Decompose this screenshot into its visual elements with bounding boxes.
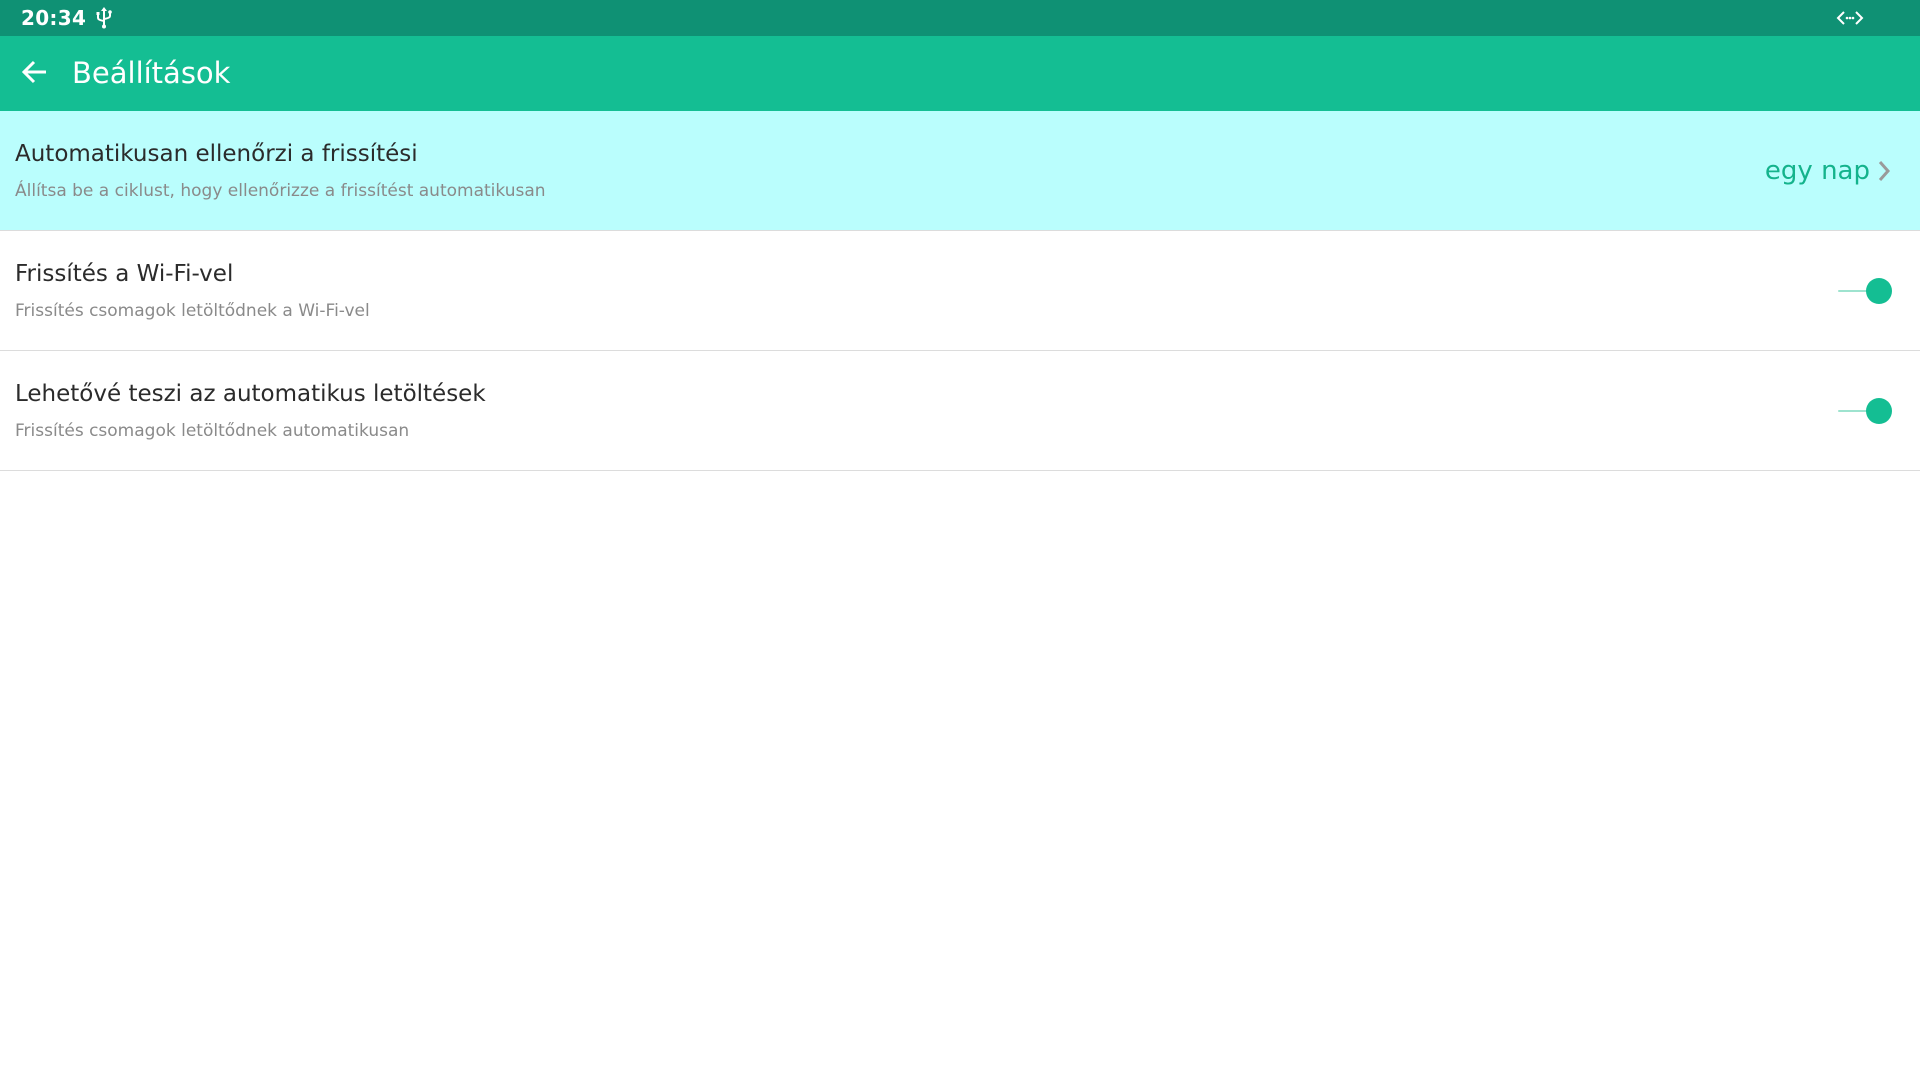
setting-title: Automatikusan ellenőrzi a frissítési: [15, 141, 418, 167]
toggle-thumb: [1866, 278, 1892, 304]
usb-icon: [95, 7, 113, 29]
settings-list: Automatikusan ellenőrzi a frissítési Áll…: [0, 111, 1920, 471]
setting-subtitle: Frissítés csomagok letöltődnek automatik…: [15, 421, 410, 441]
chevron-right-icon: [1876, 159, 1892, 183]
setting-update-wifi[interactable]: Frissítés a Wi-Fi-vel Frissítés csomagok…: [0, 231, 1920, 351]
setting-auto-download[interactable]: Lehetővé teszi az automatikus letöltések…: [0, 351, 1920, 471]
developer-mode-icon: [1836, 8, 1864, 28]
setting-title: Lehetővé teszi az automatikus letöltések: [15, 381, 486, 407]
page-title: Beállítások: [72, 56, 231, 90]
wifi-update-toggle[interactable]: [1838, 276, 1892, 306]
setting-value: egy nap: [1764, 156, 1870, 186]
status-time: 20:34: [21, 6, 87, 30]
status-bar: 20:34: [0, 0, 1920, 36]
setting-subtitle: Állítsa be a ciklust, hogy ellenőrizze a…: [15, 181, 546, 201]
auto-download-toggle[interactable]: [1838, 396, 1892, 426]
setting-auto-check-updates[interactable]: Automatikusan ellenőrzi a frissítési Áll…: [0, 111, 1920, 231]
toggle-thumb: [1866, 398, 1892, 424]
setting-title: Frissítés a Wi-Fi-vel: [15, 261, 234, 287]
back-button[interactable]: [14, 53, 56, 95]
setting-subtitle: Frissítés csomagok letöltődnek a Wi-Fi-v…: [15, 301, 370, 321]
arrow-left-icon: [21, 58, 49, 90]
app-bar: Beállítások: [0, 36, 1920, 111]
